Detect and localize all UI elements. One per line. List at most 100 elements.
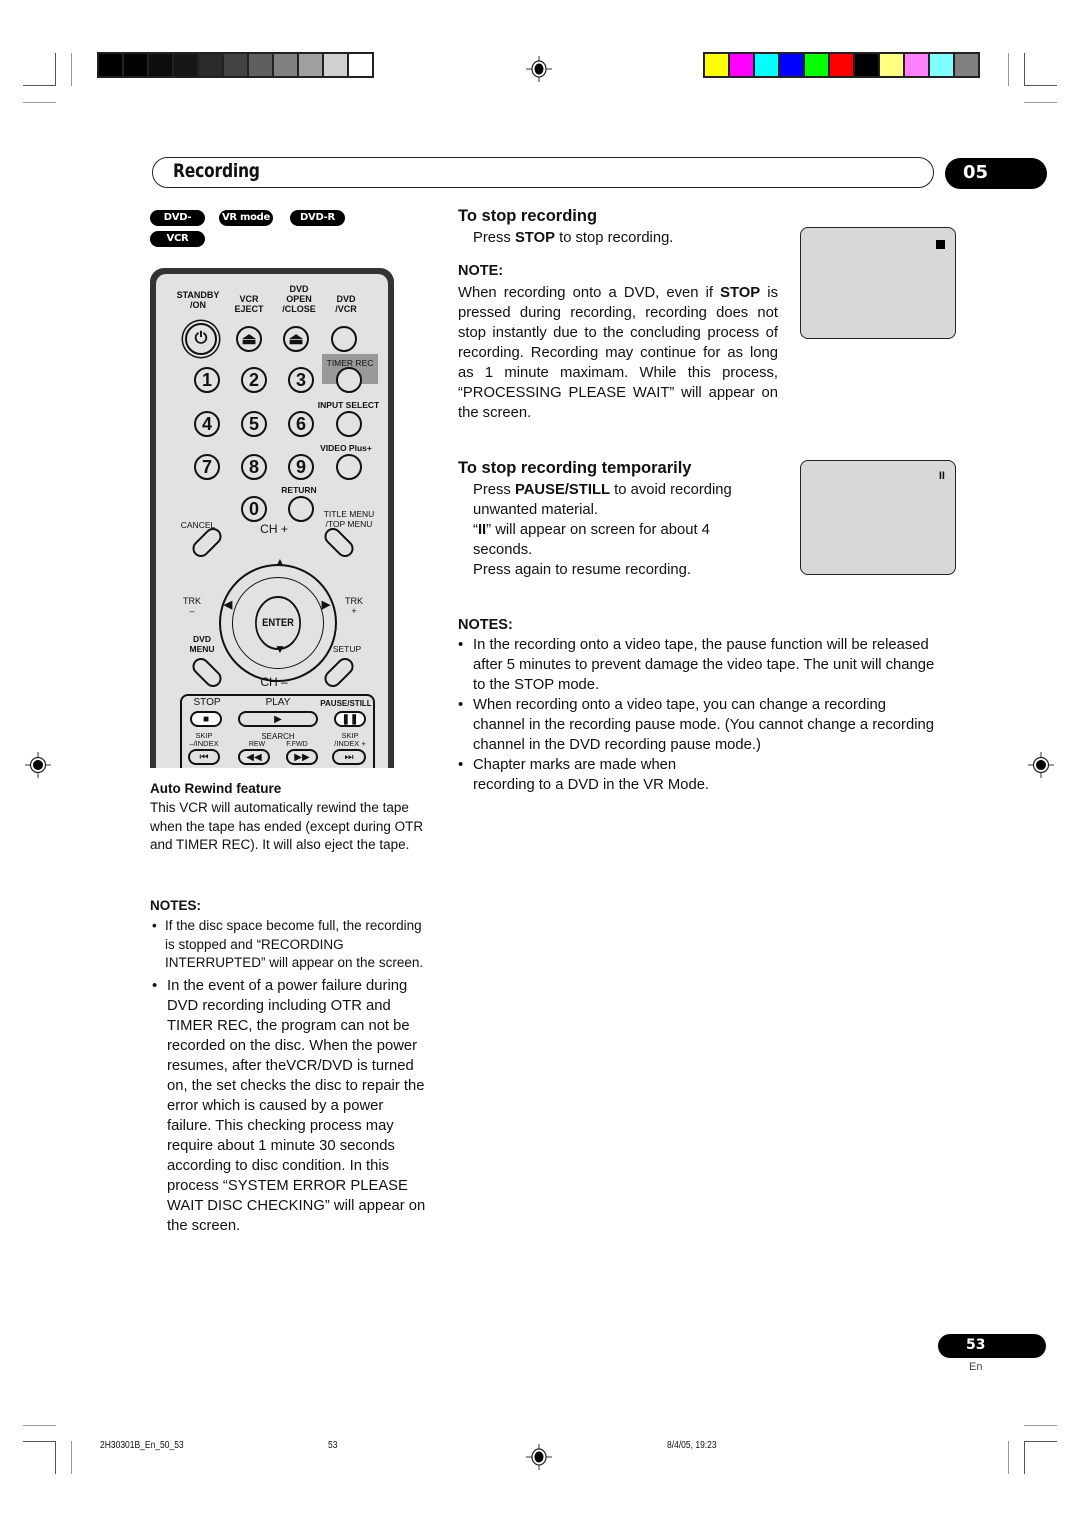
crop-mark-bottom-left-v2 <box>71 1441 72 1474</box>
crop-mark-top-right-v <box>1024 53 1025 86</box>
digit-button: 0 <box>241 496 267 522</box>
arrow-up-icon: ▲ <box>274 555 286 569</box>
digit-button: 4 <box>194 411 220 437</box>
play-button: ▶ <box>238 711 318 727</box>
stop-key-name: STOP <box>720 285 761 301</box>
color-swatch <box>755 54 778 76</box>
registration-mark-icon <box>526 1444 552 1470</box>
color-swatch <box>930 54 953 76</box>
crop-mark-top-left-v2 <box>71 53 72 86</box>
pause-instruction-1: Press PAUSE/STILL to avoid recording unw… <box>473 480 773 520</box>
color-swatch <box>955 54 978 76</box>
stop-note-heading: NOTE: <box>458 263 504 279</box>
crop-mark-bottom-right-h <box>1024 1441 1057 1442</box>
digit-button: 3 <box>288 367 314 393</box>
digit-button: 7 <box>194 454 220 480</box>
gray-swatch <box>124 54 147 76</box>
label-play: PLAY <box>265 697 291 708</box>
gray-swatch <box>174 54 197 76</box>
badge-dvd-r: DVD-R <box>290 210 345 226</box>
page-number-tab: 53 <box>938 1334 1046 1358</box>
crop-mark-bottom-right-v <box>1024 1441 1025 1474</box>
label-dvd-vcr: DVD /VCR <box>335 294 357 314</box>
digit-button: 6 <box>288 411 314 437</box>
gray-swatch <box>224 54 247 76</box>
section-title: Recording <box>173 160 260 182</box>
label-pause-still: PAUSE/STILL <box>320 699 372 708</box>
crop-mark-top-left-h <box>23 85 56 86</box>
skip-forward-button: ⏭ <box>332 749 366 765</box>
left-note-item: In the event of a power failure during D… <box>152 976 427 1236</box>
arrow-right-icon: ▶ <box>321 599 331 611</box>
crop-mark-bottom-left-h2 <box>23 1425 56 1426</box>
digit-button: 9 <box>288 454 314 480</box>
section-header-bar: Recording <box>152 157 934 188</box>
registration-mark-icon <box>1028 752 1054 778</box>
text: When recording onto a DVD, even if <box>458 285 721 301</box>
right-note-item: When recording onto a video tape, you ca… <box>458 695 938 755</box>
stop-button: ■ <box>190 711 222 727</box>
crop-mark-bottom-left-v <box>55 1441 56 1474</box>
dvd-menu-button <box>188 654 226 691</box>
tv-screen-stop <box>800 227 956 339</box>
timer-rec-button <box>336 367 362 393</box>
crop-mark-top-right-h <box>1024 85 1057 86</box>
arrow-left-icon: ◀ <box>223 599 233 611</box>
label-vcr-eject: VCR EJECT <box>234 294 264 314</box>
crop-mark-bottom-right-h2 <box>1024 1425 1057 1426</box>
right-note-item: In the recording onto a video tape, the … <box>458 635 938 695</box>
color-swatch <box>780 54 803 76</box>
skip-back-button: ⏮ <box>188 749 220 765</box>
gray-swatch <box>349 54 372 76</box>
dvd-vcr-button <box>331 326 357 352</box>
pause-indicator: II <box>938 470 945 482</box>
text: Press <box>473 230 515 246</box>
label-skip-minus: SKIP –/INDEX <box>189 731 219 748</box>
return-button <box>288 496 314 522</box>
color-swatch <box>905 54 928 76</box>
gray-swatch <box>299 54 322 76</box>
digit-button: 5 <box>241 411 267 437</box>
color-swatch <box>830 54 853 76</box>
stop-square-icon <box>936 240 945 249</box>
stop-recording-instruction: Press STOP to stop recording. <box>473 228 673 248</box>
print-timestamp: 8/4/05, 19:23 <box>667 1440 717 1451</box>
label-input-select: INPUT SELECT <box>317 400 380 410</box>
digit-button: 8 <box>241 454 267 480</box>
gray-swatch <box>249 54 272 76</box>
label-dvd-open-close: DVD OPEN /CLOSE <box>282 284 316 314</box>
label-trk-minus: TRK – <box>183 596 201 616</box>
input-select-button <box>336 411 362 437</box>
crop-mark-top-right-v2 <box>1008 53 1009 86</box>
text: Press <box>473 482 515 498</box>
registration-mark-icon <box>526 56 552 82</box>
badge-vr-mode: VR mode <box>219 210 273 226</box>
remote-control-illustration: STANDBY /ON VCR EJECT DVD OPEN /CLOSE DV… <box>150 268 394 768</box>
badge-vcr: VCR <box>150 231 205 247</box>
color-calibration-bar <box>703 52 980 78</box>
crop-mark-top-left-v <box>55 53 56 86</box>
gray-swatch <box>149 54 172 76</box>
crop-mark-bottom-right-v2 <box>1008 1441 1009 1474</box>
right-notes-list: In the recording onto a video tape, the … <box>458 635 938 795</box>
pause-recording-heading: To stop recording temporarily <box>458 459 692 477</box>
label-title-menu: TITLE MENU /TOP MENU <box>323 509 375 529</box>
label-video-plus: VIDEO Plus+ <box>320 443 372 453</box>
gray-swatch <box>199 54 222 76</box>
print-page-number: 53 <box>328 1440 338 1451</box>
left-notes-heading: NOTES: <box>150 898 202 913</box>
language-label: En <box>969 1361 983 1373</box>
badge-dvd-video: DVD-Video <box>150 210 205 239</box>
color-swatch <box>855 54 878 76</box>
right-note-item: Chapter marks are made when recording to… <box>458 755 728 795</box>
color-swatch <box>730 54 753 76</box>
title-menu-button <box>320 524 358 561</box>
label-ch-minus: CH – <box>260 675 288 689</box>
print-file-name: 2H30301B_En_50_53 <box>100 1440 184 1451</box>
pause-instruction-2: “II” will appear on screen for about 4 s… <box>473 520 763 560</box>
pause-still-button: ❚❚ <box>334 711 366 727</box>
gray-swatch <box>99 54 122 76</box>
color-swatch <box>805 54 828 76</box>
chapter-number-tab: 05 <box>945 158 1047 189</box>
auto-rewind-body: This VCR will automatically rewind the t… <box>150 800 424 852</box>
